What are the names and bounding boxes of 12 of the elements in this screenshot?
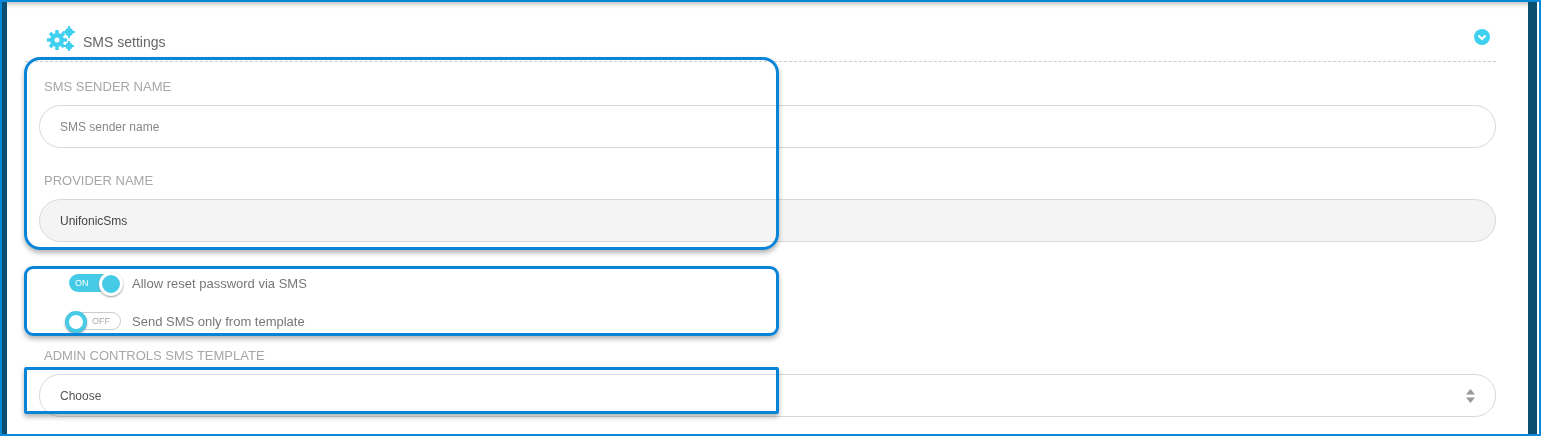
template-select[interactable]: Choose xyxy=(39,374,1496,417)
toggle-label: Send SMS only from template xyxy=(132,313,305,329)
input-field[interactable]: SMS sender name xyxy=(39,105,1496,148)
toggle-label: Allow reset password via SMS xyxy=(132,275,307,291)
field-label: PROVIDER NAME xyxy=(43,173,155,189)
field-label: SMS SENDER NAME xyxy=(43,79,173,95)
chevron-down-icon[interactable] xyxy=(1474,29,1490,45)
gears-icon xyxy=(47,26,75,52)
panel-title: SMS settings xyxy=(83,34,167,50)
sort-arrows-icon xyxy=(1466,388,1475,403)
field-label: ADMIN CONTROLS SMS TEMPLATE xyxy=(43,348,266,364)
input-field[interactable]: UnifonicSms xyxy=(39,199,1496,242)
